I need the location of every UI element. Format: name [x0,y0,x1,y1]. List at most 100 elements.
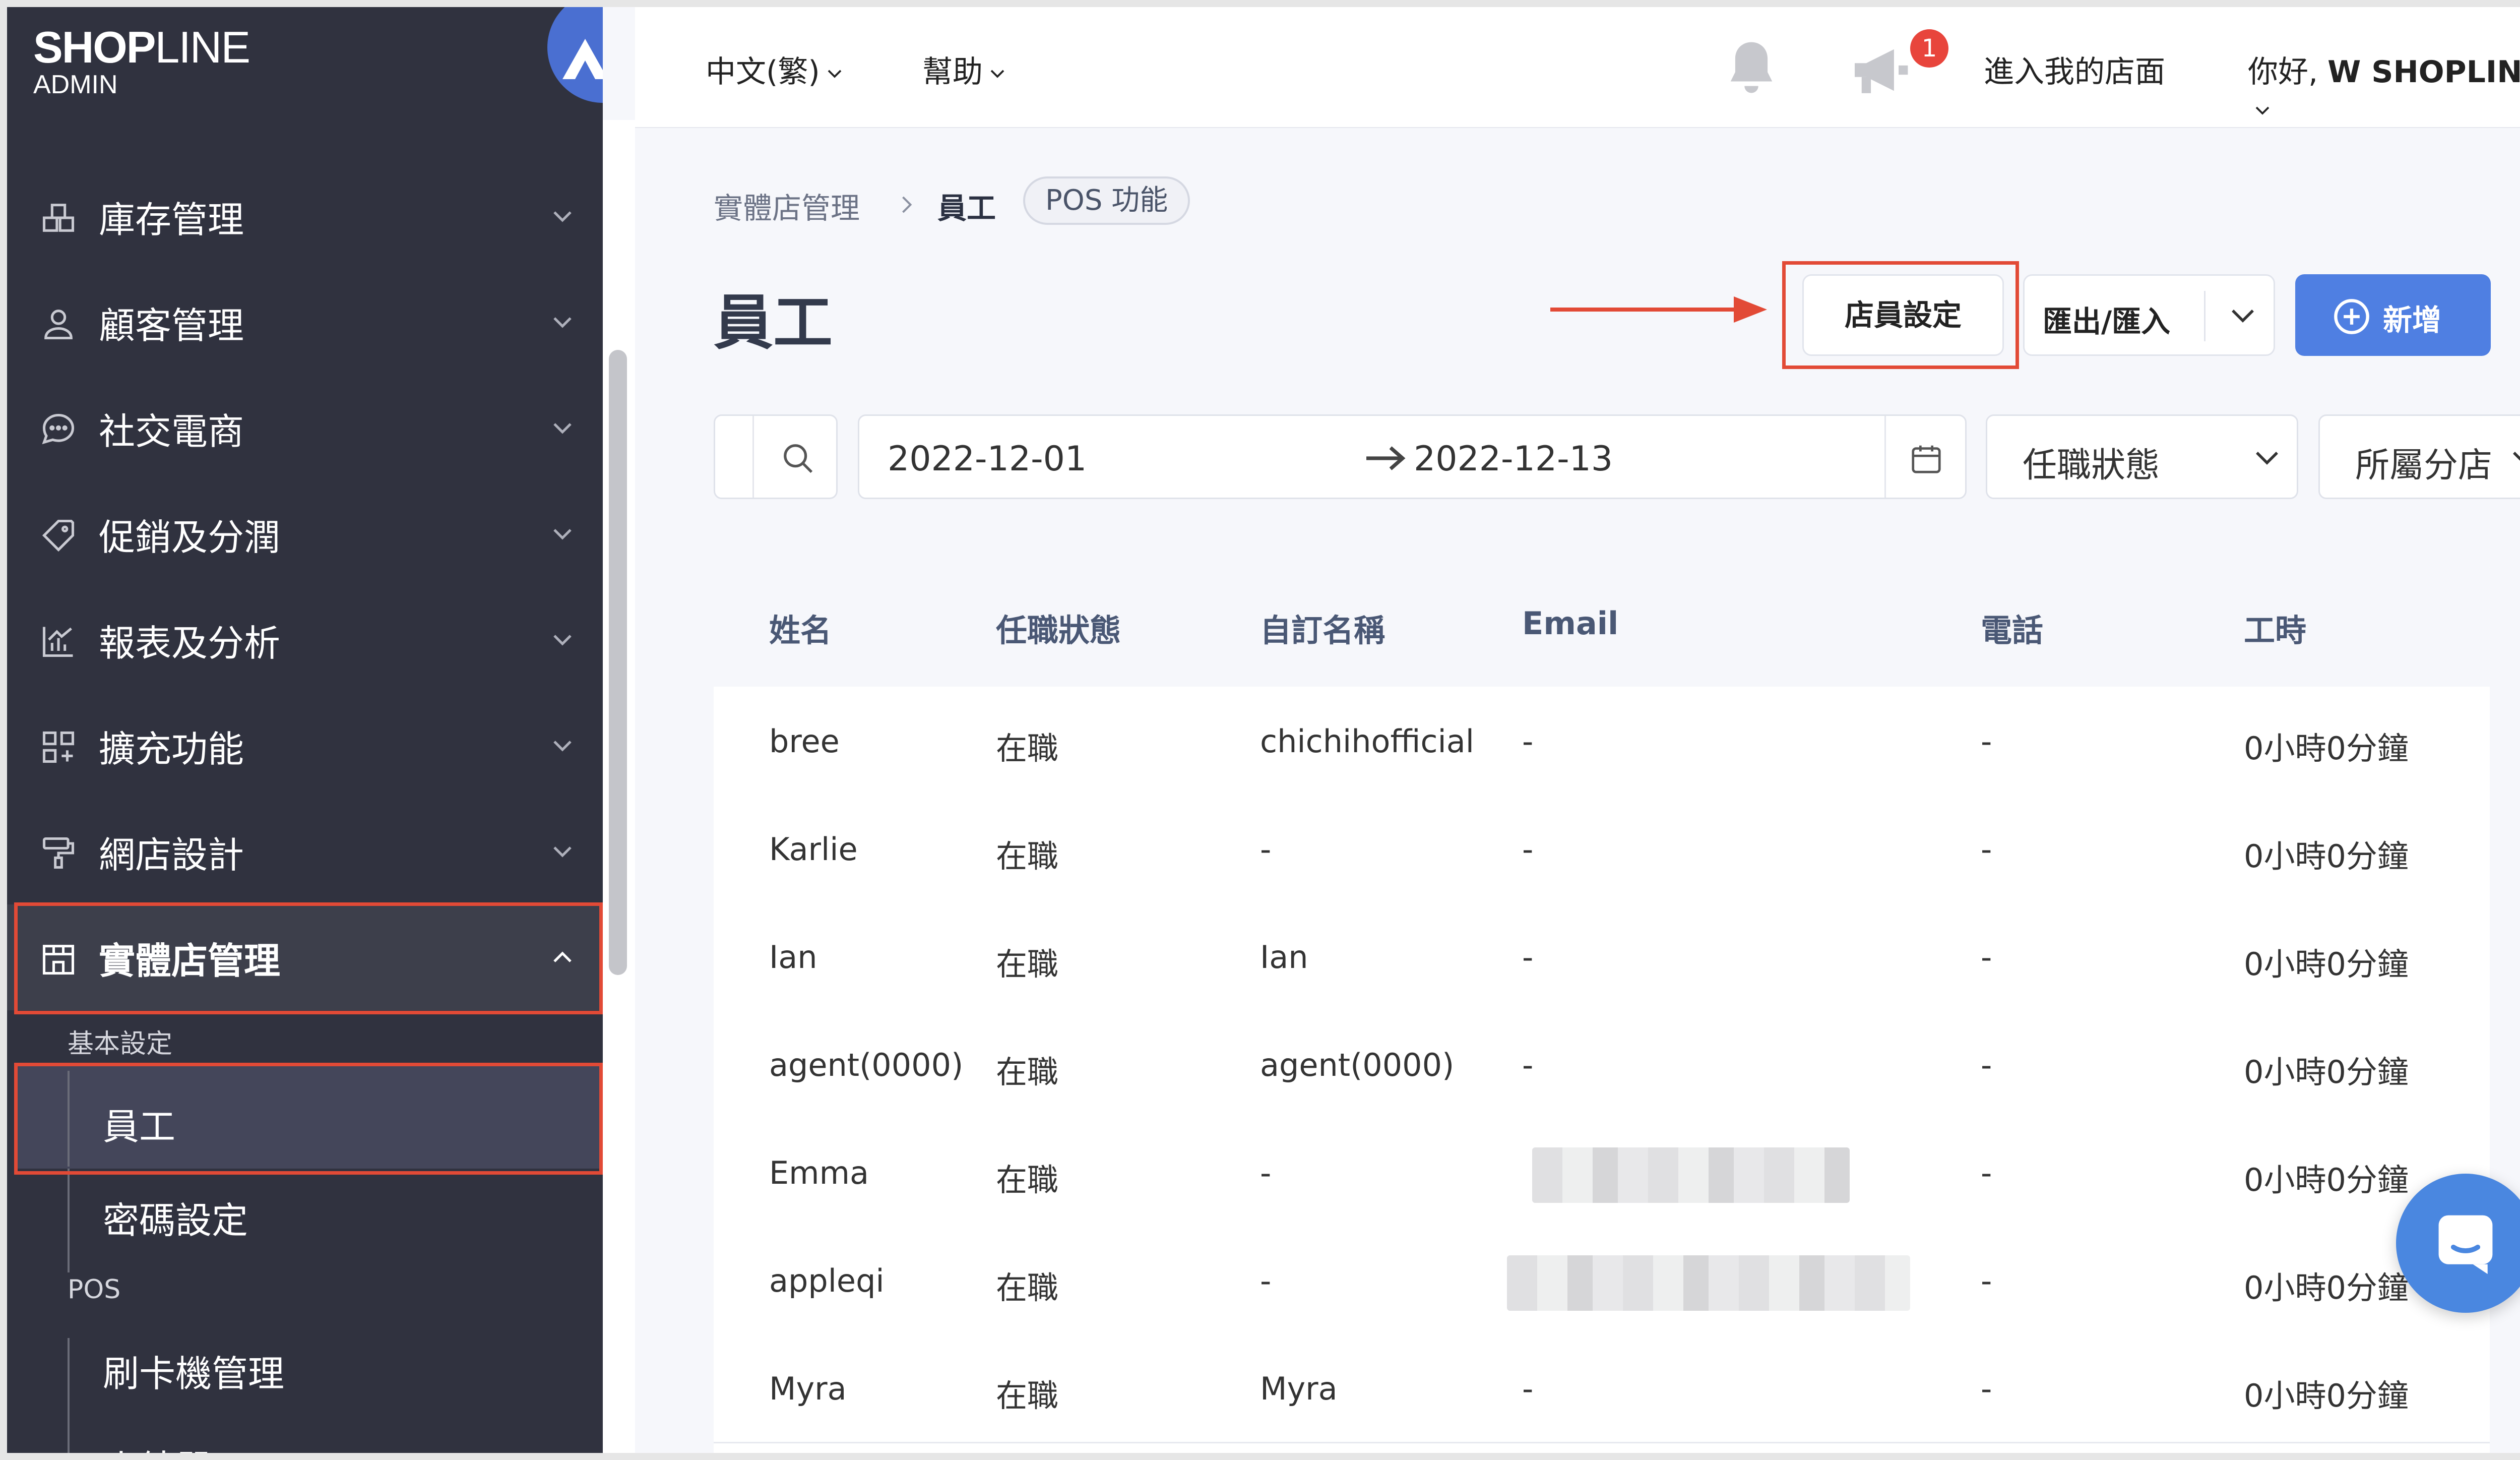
chevron-down-icon [553,846,572,858]
cell-name[interactable]: bree [769,723,840,760]
sidebar-subitem-password[interactable]: 密碼設定 [103,1191,248,1244]
search-icon [784,444,813,473]
sidebar-item-label: 擴充功能 [99,727,244,770]
cell-custom-name: Ian [1260,939,1308,976]
help-menu[interactable]: 幫助 [922,47,1005,91]
chevron-down-icon [2232,310,2254,323]
chevron-down-icon [828,70,842,79]
top-bar: 中文(繁) 幫助 1 進入我的店面 你好, W SHOPLINE [635,7,2520,128]
language-switcher[interactable]: 中文(繁) [706,47,842,91]
export-import-label: 匯出/匯入 [2043,305,2171,339]
sidebar-item-label: 社交電商 [99,410,244,453]
cell-status: 在職 [996,838,1059,875]
cell-name[interactable]: Karlie [769,831,858,868]
sidebar-item-customers[interactable]: 顧客管理 [7,269,603,375]
chat-bubble-icon [42,413,75,445]
cell-email: - [1522,1047,1534,1083]
add-staff-button[interactable]: 新增 [2295,274,2491,356]
sidebar-item-inventory[interactable]: 庫存管理 [7,163,603,269]
table-row[interactable]: agent(0000) 在職 agent(0000) - - 0小時0分鐘 [714,1010,2490,1120]
table-row[interactable]: appleqi 在職 - - 0小時0分鐘 [714,1226,2490,1335]
calendar-icon[interactable] [1909,441,1944,476]
chevron-down-icon [553,741,572,752]
megaphone-icon[interactable] [1850,42,1915,98]
sidebar-item-reports[interactable]: 報表及分析 [7,587,603,693]
cell-phone: - [1981,1370,1992,1407]
plus-circle-icon [2334,299,2369,334]
status-select-label: 任職狀態 [2023,446,2160,485]
branch-store-select[interactable]: 所屬分店 [2318,414,2520,499]
help-label: 幫助 [922,54,983,90]
app-switcher-badge[interactable] [547,7,603,103]
column-header-status[interactable]: 任職狀態 [996,605,1121,650]
cell-custom-name: - [1260,1154,1272,1191]
export-import-dropdown[interactable]: 匯出/匯入 [2023,274,2275,356]
notification-count-badge: 1 [1910,29,1948,68]
staff-table: 姓名 任職狀態 自訂名稱 Email 電話 工時 bree 在職 chichih… [714,559,2490,1453]
date-range-picker[interactable]: 2022-12-01 2022-12-13 [858,414,1967,499]
breadcrumb-current: 員工 [937,191,996,225]
search-box[interactable] [714,414,838,499]
table-row[interactable]: Karlie 在職 - - - 0小時0分鐘 [714,795,2490,904]
cell-email: - [1522,939,1534,976]
column-header-name[interactable]: 姓名 [769,605,832,650]
table-row[interactable]: Emma 在職 - - 0小時0分鐘 [714,1118,2490,1228]
sidebar-subitem-card-reader[interactable]: 刷卡機管理 [103,1344,284,1397]
date-end[interactable]: 2022-12-13 [1414,439,1613,479]
employment-status-select[interactable]: 任職狀態 [1986,414,2298,499]
column-header-phone[interactable]: 電話 [1981,605,2043,650]
add-staff-label: 新增 [2383,303,2442,337]
enter-store-link[interactable]: 進入我的店面 [1984,47,2165,91]
sidebar-item-promotions[interactable]: 促銷及分潤 [7,481,603,587]
app-window: 庫存管理 顧客管理 社交電商 促銷及分潤 報表及分析 擴充功能 網店設計 實體店… [0,0,2520,1460]
cell-hours: 0小時0分鐘 [2244,1269,2409,1306]
cell-phone: - [1981,939,1992,976]
cell-status: 在職 [996,946,1059,983]
cell-phone: - [1981,1047,1992,1083]
split-divider [2204,291,2206,341]
cell-status: 在職 [996,730,1059,767]
sidebar-item-store-design[interactable]: 網店設計 [7,799,603,904]
sidebar-item-extensions[interactable]: 擴充功能 [7,693,603,799]
cell-email: - [1522,831,1534,868]
cell-name[interactable]: appleqi [769,1262,885,1299]
column-header-custom-name[interactable]: 自訂名稱 [1260,605,1385,650]
column-header-hours[interactable]: 工時 [2244,605,2306,650]
admin-label: ADMIN [33,70,118,99]
cell-hours: 0小時0分鐘 [2244,730,2409,767]
date-start[interactable]: 2022-12-01 [888,439,1087,479]
arrow-right-icon [1366,446,1406,470]
column-header-email[interactable]: Email [1522,605,1618,642]
breadcrumb-parent[interactable]: 實體店管理 [714,185,860,227]
user-menu[interactable]: 你好, W SHOPLINE [2248,47,2520,127]
redacted-email [1507,1255,1910,1311]
sidebar-item-social-commerce[interactable]: 社交電商 [7,375,603,481]
cell-custom-name: agent(0000) [1260,1047,1455,1083]
sidebar: 庫存管理 顧客管理 社交電商 促銷及分潤 報表及分析 擴充功能 網店設計 實體店… [7,7,603,1453]
user-name: W SHOPLINE [2327,54,2520,90]
warehouse-icon [42,204,75,232]
cell-name[interactable]: Emma [769,1154,869,1191]
cell-name[interactable]: Myra [769,1370,847,1407]
highlight-box-retail-store [14,902,603,1014]
shopline-logo: SHOPLINE [33,22,250,72]
cell-hours: 0小時0分鐘 [2244,1377,2409,1414]
annotation-arrow-icon [1550,296,1767,323]
cell-custom-name: - [1260,1262,1272,1299]
bell-icon[interactable] [1724,37,1779,98]
sidebar-scrollbar[interactable] [609,350,627,975]
breadcrumb-separator-icon [902,196,912,213]
mountain-logo-icon [562,39,603,79]
table-row[interactable]: bree 在職 chichihofficial - - 0小時0分鐘 [714,687,2490,796]
logo-area: SHOPLINE ADMIN [7,7,603,120]
store-select-label: 所屬分店 [2355,446,2493,485]
cell-name[interactable]: agent(0000) [769,1047,963,1083]
cell-name[interactable]: Ian [769,939,817,976]
calendar-divider [1884,416,1886,498]
sidebar-subitem-receipt[interactable]: 小結單 [103,1439,212,1453]
highlight-box-staff [14,1063,603,1175]
table-row[interactable]: Ian 在職 Ian - - 0小時0分鐘 [714,902,2490,1012]
cell-status: 在職 [996,1269,1059,1306]
table-row[interactable]: Myra 在職 Myra - - 0小時0分鐘 [714,1334,2490,1443]
page-title: 員工 [714,288,833,357]
